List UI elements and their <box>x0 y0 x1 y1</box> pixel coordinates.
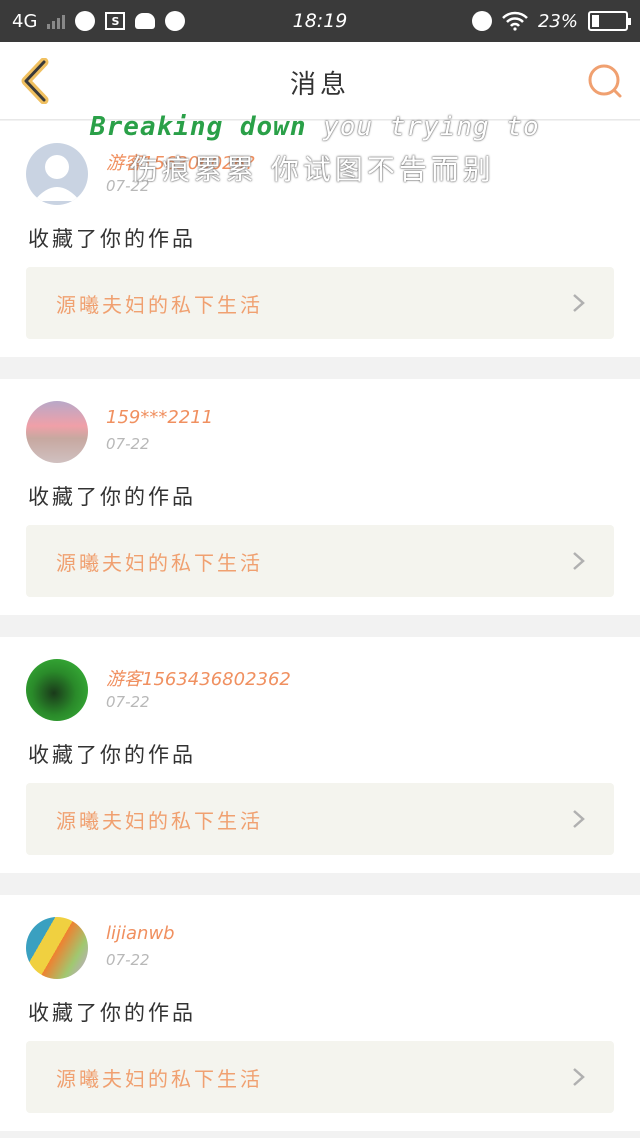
status-left: 4G S <box>12 10 186 32</box>
battery-icon <box>588 11 631 31</box>
work-title: 源曦夫妇的私下生活 <box>56 809 263 833</box>
battery-percent: 23% <box>537 10 578 32</box>
username[interactable]: 游客1563436802362 <box>106 665 291 691</box>
globe-icon-2 <box>165 11 186 31</box>
notification-date: 07-22 <box>106 435 150 453</box>
chevron-right-icon <box>573 552 585 570</box>
action-text: 收藏了你的作品 <box>28 1001 196 1025</box>
notification-card: lijianwb 07-22 收藏了你的作品 源曦夫妇的私下生活 <box>0 895 640 1131</box>
search-button[interactable] <box>586 62 624 100</box>
nav-header: 消息 <box>0 42 640 120</box>
globe-icon <box>75 11 96 31</box>
notification-date: 07-22 <box>106 177 150 195</box>
avatar[interactable] <box>26 659 88 721</box>
alarm-icon <box>471 11 492 31</box>
android-icon <box>135 13 156 29</box>
status-right: 23% <box>471 10 631 32</box>
chevron-right-icon <box>573 294 585 312</box>
avatar[interactable] <box>26 143 88 205</box>
chevron-right-icon <box>573 810 585 828</box>
action-text: 收藏了你的作品 <box>28 743 196 767</box>
avatar[interactable] <box>26 917 88 979</box>
notification-date: 07-22 <box>106 693 150 711</box>
work-link[interactable]: 源曦夫妇的私下生活 <box>26 1041 614 1113</box>
action-text: 收藏了你的作品 <box>28 485 196 509</box>
battery-level <box>592 15 600 27</box>
work-link[interactable]: 源曦夫妇的私下生活 <box>26 267 614 339</box>
network-type: 4G <box>12 10 38 32</box>
notification-list: 游客156306026? 07-22 收藏了你的作品 源曦夫妇的私下生活 159… <box>0 121 640 1138</box>
notification-card: 游客156306026? 07-22 收藏了你的作品 源曦夫妇的私下生活 <box>0 121 640 357</box>
notification-card: 159***2211 07-22 收藏了你的作品 源曦夫妇的私下生活 <box>0 379 640 615</box>
work-title: 源曦夫妇的私下生活 <box>56 1067 263 1091</box>
notification-date: 07-22 <box>106 951 150 969</box>
work-title: 源曦夫妇的私下生活 <box>56 551 263 575</box>
signal-icon <box>47 13 66 29</box>
username[interactable]: 游客156306026? <box>106 149 255 175</box>
chevron-right-icon <box>573 1068 585 1086</box>
status-bar: 4G S 18:19 23% <box>0 0 640 42</box>
work-link[interactable]: 源曦夫妇的私下生活 <box>26 783 614 855</box>
wifi-icon <box>502 11 528 31</box>
username[interactable]: 159***2211 <box>106 407 213 428</box>
default-avatar-icon <box>34 155 80 201</box>
work-title: 源曦夫妇的私下生活 <box>56 293 263 317</box>
username[interactable]: lijianwb <box>106 923 175 944</box>
notification-s-icon: S <box>105 12 126 30</box>
action-text: 收藏了你的作品 <box>28 227 196 251</box>
avatar[interactable] <box>26 401 88 463</box>
notification-card: 游客1563436802362 07-22 收藏了你的作品 源曦夫妇的私下生活 <box>0 637 640 873</box>
work-link[interactable]: 源曦夫妇的私下生活 <box>26 525 614 597</box>
page-title: 消息 <box>289 70 350 100</box>
